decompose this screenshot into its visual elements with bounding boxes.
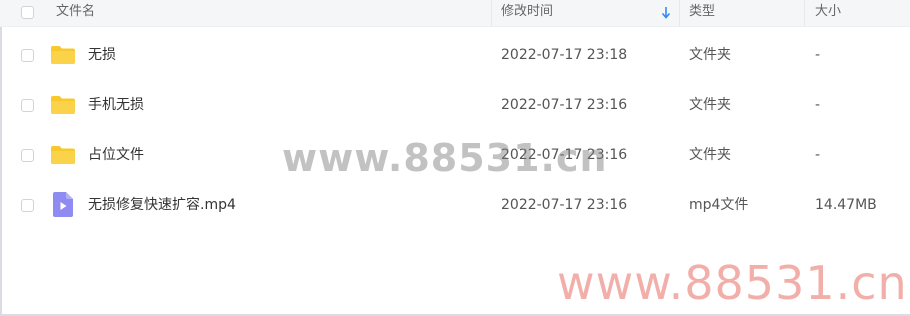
row-checkbox[interactable] [21,99,34,112]
column-divider [491,0,492,26]
file-modified-time: 2022-07-17 23:18 [501,47,628,63]
file-name[interactable]: 无损 [88,45,116,65]
file-size: 14.47MB [815,197,877,213]
video-file-icon [53,192,73,217]
file-type: mp4文件 [689,197,749,213]
row-checkbox[interactable] [21,49,34,62]
file-type: 文件夹 [689,97,731,113]
file-type: 文件夹 [689,47,731,63]
watermark-center: www.88531.cn [282,136,608,180]
watermark-corner: www.88531.cn [557,256,908,310]
row-checkbox[interactable] [21,199,34,212]
file-name[interactable]: 无损修复快速扩容.mp4 [88,195,236,215]
file-size: - [815,97,821,113]
list-header: 文件名 修改时间 类型 大小 [0,0,910,27]
file-modified-time: 2022-07-17 23:16 [501,97,628,113]
file-row[interactable]: 无损修复快速扩容.mp4 2022-07-17 23:16 mp4文件 14.4… [0,180,910,230]
select-all-checkbox[interactable] [21,6,34,19]
file-row[interactable]: 手机无损 2022-07-17 23:16 文件夹 - [0,80,910,130]
file-row[interactable]: 无损 2022-07-17 23:18 文件夹 - [0,30,910,80]
folder-icon [51,96,75,114]
file-type: 文件夹 [689,147,731,163]
sort-descending-icon[interactable] [660,6,672,20]
file-name[interactable]: 占位文件 [88,145,144,165]
column-header-size[interactable]: 大小 [815,0,841,26]
folder-icon [51,146,75,164]
column-divider [804,0,805,26]
column-header-type[interactable]: 类型 [689,0,715,26]
folder-icon [51,46,75,64]
column-header-name[interactable]: 文件名 [56,0,95,26]
column-divider [679,0,680,26]
file-name[interactable]: 手机无损 [88,95,144,115]
row-checkbox[interactable] [21,149,34,162]
file-modified-time: 2022-07-17 23:16 [501,197,628,213]
file-size: - [815,47,821,63]
file-size: - [815,147,821,163]
column-header-time[interactable]: 修改时间 [501,0,553,26]
